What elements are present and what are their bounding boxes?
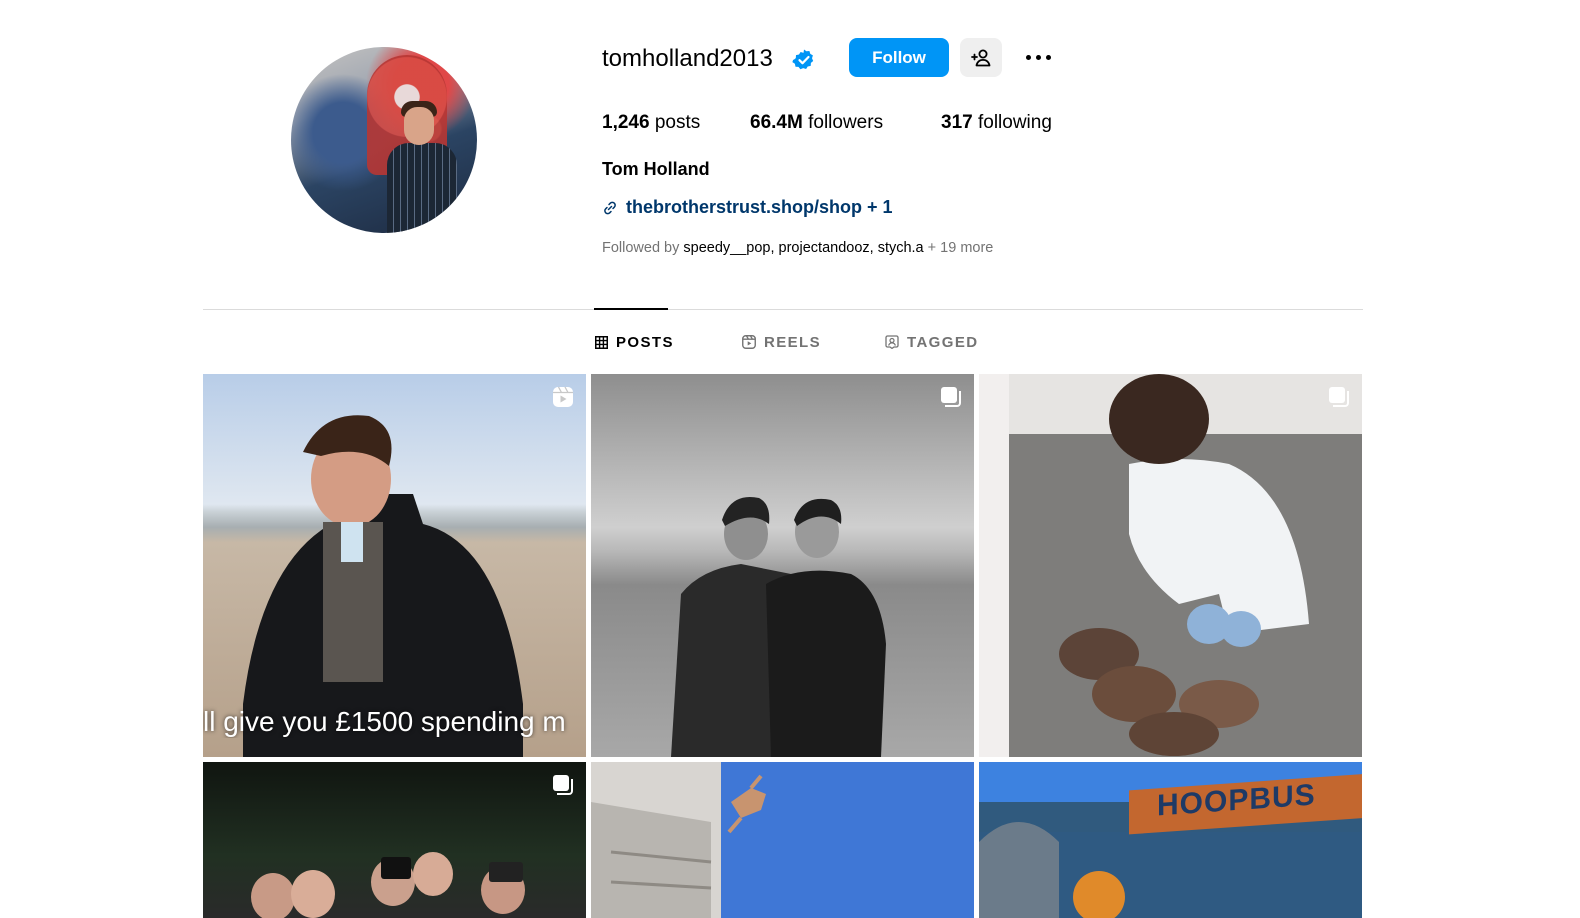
post-image — [251, 852, 525, 918]
more-options-button[interactable] — [1020, 40, 1056, 74]
post-image — [671, 496, 886, 757]
profile-full-name: Tom Holland — [602, 159, 710, 179]
more-dot — [1035, 54, 1041, 60]
tab-posts-label: POSTS — [616, 333, 674, 351]
tab-posts[interactable]: POSTS — [595, 333, 674, 351]
followed-by-more: + 19 more — [927, 240, 994, 256]
carousel-badge-icon — [1329, 387, 1349, 407]
tab-tagged-label: TAGGED — [907, 333, 979, 351]
followers-count-label: followers — [808, 112, 884, 133]
tab-reels[interactable]: REELS — [742, 333, 821, 351]
reel-badge-icon — [553, 386, 573, 407]
carousel-badge-icon — [941, 387, 961, 407]
post-tile[interactable] — [591, 374, 974, 757]
following-count-value: 317 — [941, 112, 973, 133]
grid-icon — [595, 335, 608, 349]
reels-icon — [742, 335, 756, 349]
post-tile[interactable]: HOOPBUS — [979, 762, 1362, 918]
link-icon — [604, 201, 616, 214]
follow-button[interactable]: Follow — [849, 38, 949, 77]
posts-count-value: 1,246 — [602, 112, 650, 133]
followers-count-value: 66.4M — [750, 112, 803, 133]
post-tile[interactable] — [203, 762, 586, 918]
post-image — [591, 774, 766, 918]
verified-badge-icon — [792, 49, 814, 70]
following-link[interactable]: 317 following — [941, 112, 1052, 134]
post-tile[interactable]: ll give you £1500 spending m — [203, 374, 586, 757]
followed-by-prefix: Followed by — [602, 240, 680, 256]
more-dot — [1045, 54, 1051, 60]
tabs-divider — [203, 309, 1363, 310]
more-dot — [1025, 54, 1031, 60]
bio-link-text: thebrotherstrust.shop/shop + 1 — [626, 197, 893, 217]
tab-tagged[interactable]: TAGGED — [885, 333, 978, 351]
followed-by[interactable]: Followed by speedy__pop, projectandooz, … — [602, 240, 993, 256]
tab-reels-label: REELS — [764, 333, 822, 351]
followers-link[interactable]: 66.4M followers — [750, 112, 883, 134]
post-image — [243, 415, 523, 757]
similar-accounts-button[interactable] — [960, 38, 1002, 77]
carousel-badge-icon — [553, 775, 573, 795]
profile-username: tomholland2013 — [602, 45, 773, 72]
tagged-icon — [885, 335, 899, 349]
post-tile[interactable] — [979, 374, 1362, 757]
following-count-label: following — [977, 112, 1052, 133]
avatar-face — [404, 107, 434, 145]
posts-count-label: posts — [654, 112, 701, 133]
post-tile[interactable] — [591, 762, 974, 918]
add-person-icon — [971, 49, 991, 66]
post-image — [1059, 374, 1309, 756]
posts-count: 1,246 posts — [602, 112, 700, 134]
active-tab-indicator — [594, 308, 668, 310]
post-caption-overlay: ll give you £1500 spending m — [203, 706, 566, 737]
avatar-figure — [387, 143, 457, 233]
profile-avatar[interactable] — [291, 47, 477, 233]
followed-by-users: speedy__pop, projectandooz, stych.a — [683, 240, 924, 256]
bio-link[interactable]: thebrotherstrust.shop/shop + 1 — [602, 197, 893, 218]
